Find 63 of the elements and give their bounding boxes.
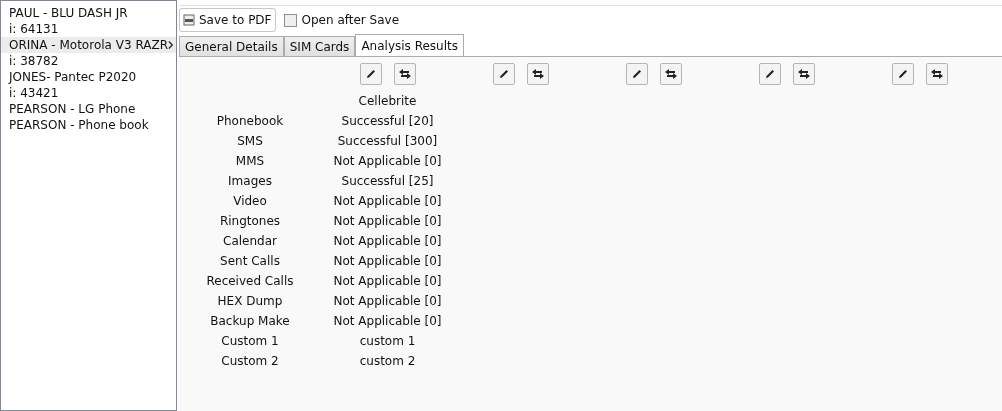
device-id: i: 38782 — [8, 53, 60, 69]
tab[interactable]: SIM Cards — [283, 36, 356, 56]
device-item[interactable]: PEARSON - Phone book — [1, 117, 176, 133]
pencil-icon — [896, 68, 909, 80]
row-label: Backup Make — [210, 313, 290, 330]
row-label: Phonebook — [216, 113, 284, 130]
swap-arrows-icon — [663, 68, 678, 80]
device-item[interactable]: PEARSON - LG Phone — [1, 101, 176, 117]
result-cell-text: Not Applicable [0] — [333, 193, 442, 210]
result-cell-text: Not Applicable [0] — [333, 233, 442, 250]
row-label: Ringtones — [219, 213, 281, 230]
row-label: Custom 2 — [221, 353, 279, 370]
edit-button[interactable] — [625, 63, 648, 85]
checkbox-label: Open after Save — [301, 12, 400, 29]
pencil-icon — [497, 68, 510, 80]
device-id: i: 64131 — [8, 21, 60, 37]
row-label: Received Calls — [206, 273, 294, 290]
swap-button[interactable] — [659, 63, 682, 85]
device-item[interactable]: PAUL - BLU DASH JR — [1, 5, 176, 21]
swap-button[interactable] — [393, 63, 416, 85]
checkbox[interactable] — [283, 13, 297, 27]
device-item[interactable]: JONES- Pantec P2020 — [1, 69, 176, 85]
result-cell-text: Successful [300] — [337, 133, 438, 150]
pdf-file-icon — [183, 14, 195, 26]
swap-arrows-icon — [796, 68, 811, 80]
swap-button[interactable] — [792, 63, 815, 85]
row-label: HEX Dump — [217, 293, 283, 310]
result-cell-text: Not Applicable [0] — [333, 313, 442, 330]
chevron-right-icon — [168, 40, 174, 50]
swap-arrows-icon — [397, 68, 412, 80]
device-id: i: 43421 — [8, 85, 60, 101]
edit-button[interactable] — [891, 63, 914, 85]
edit-button[interactable] — [492, 63, 515, 85]
row-label: Images — [228, 173, 272, 190]
row-label: Custom 1 — [221, 333, 279, 350]
swap-arrows-icon — [530, 68, 545, 80]
tab[interactable]: Analysis Results — [355, 34, 464, 56]
result-cell-text: Not Applicable [0] — [333, 153, 442, 170]
row-label: Sent Calls — [220, 253, 280, 270]
result-cell-text: Not Applicable [0] — [333, 293, 442, 310]
result-cell-text: Not Applicable [0] — [333, 253, 442, 270]
tab[interactable]: General Details — [179, 36, 284, 56]
save-pdf-button[interactable]: Save to PDF — [179, 8, 276, 32]
edit-button[interactable] — [758, 63, 781, 85]
device-item[interactable]: ORINA - Motorola V3 RAZR — [1, 37, 176, 53]
swap-button[interactable] — [925, 63, 948, 85]
row-label: Calendar — [223, 233, 277, 250]
row-label: MMS — [235, 153, 265, 170]
result-cell-text: custom 2 — [359, 353, 416, 370]
result-cell-text: Not Applicable [0] — [333, 273, 442, 290]
result-cell-text: Not Applicable [0] — [333, 213, 442, 230]
swap-arrows-icon — [929, 68, 944, 80]
result-cell-text: Successful [25] — [341, 173, 434, 190]
pencil-icon — [630, 68, 643, 80]
edit-button[interactable] — [359, 63, 382, 85]
column-header: Cellebrite — [358, 93, 417, 110]
row-label: Video — [233, 193, 267, 210]
result-cell-text: custom 1 — [359, 333, 416, 350]
row-label: SMS — [237, 133, 263, 150]
pencil-icon — [364, 68, 377, 80]
result-cell-text: Successful [20] — [341, 113, 434, 130]
pencil-icon — [763, 68, 776, 80]
swap-button[interactable] — [526, 63, 549, 85]
